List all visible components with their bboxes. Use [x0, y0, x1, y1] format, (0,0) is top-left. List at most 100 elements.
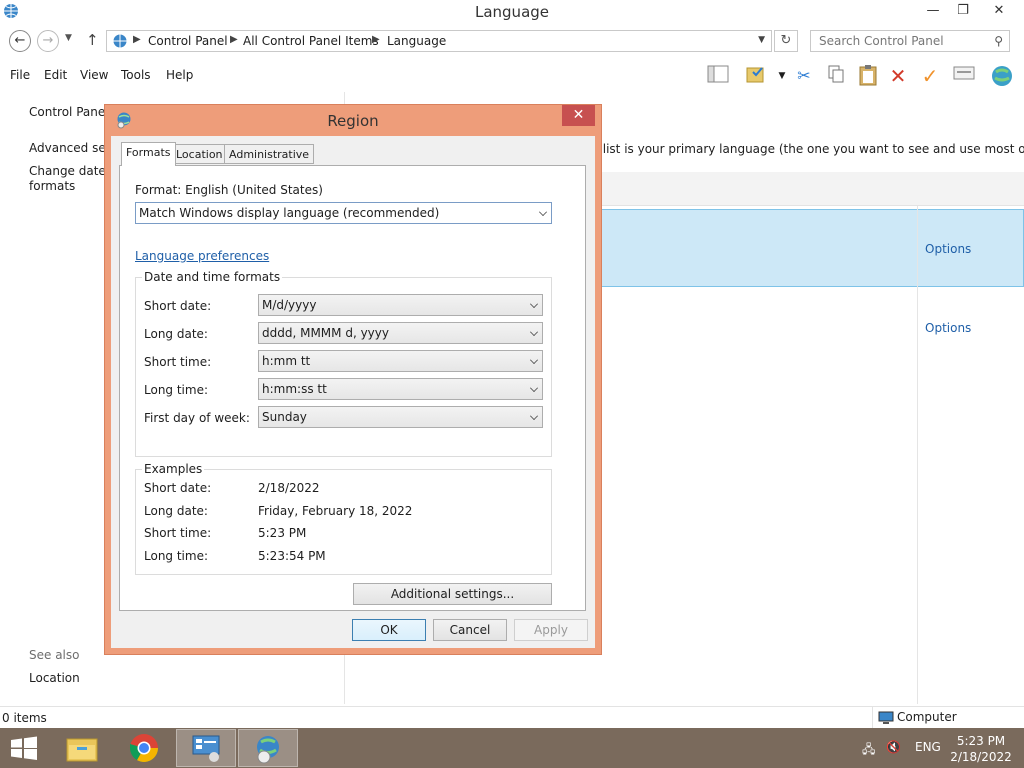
- item-count: 0 items: [2, 711, 47, 725]
- windows-start-icon[interactable]: [8, 736, 40, 760]
- menu-file[interactable]: File: [10, 68, 30, 82]
- region-dialog-title: Region: [327, 112, 379, 130]
- back-button[interactable]: ←: [9, 30, 31, 52]
- control-panel-home-link[interactable]: Control Panel: [29, 105, 109, 119]
- clock-time: 5:23 PM: [956, 734, 1006, 748]
- cancel-button[interactable]: Cancel: [433, 619, 507, 641]
- breadcrumb-language[interactable]: Language: [387, 34, 446, 48]
- format-select[interactable]: Match Windows display language (recommen…: [135, 202, 552, 224]
- folder-options-chevron-icon[interactable]: ▼: [770, 64, 794, 88]
- menu-help[interactable]: Help: [166, 68, 193, 82]
- copy-icon[interactable]: [824, 64, 848, 88]
- short-date-select[interactable]: M/d/yyyy: [258, 294, 543, 316]
- file-explorer-taskbar-button[interactable]: [52, 729, 112, 767]
- control-panel-taskbar-button[interactable]: [176, 729, 236, 767]
- globe-options-icon[interactable]: [990, 64, 1014, 88]
- long-time-label: Long time:: [144, 383, 209, 397]
- region-globe-icon: [257, 736, 279, 764]
- layout-pane-icon[interactable]: [706, 64, 730, 88]
- address-bar[interactable]: ▶ Control Panel ▶ All Control Panel Item…: [106, 30, 772, 52]
- tab-administrative[interactable]: Administrative: [224, 144, 315, 164]
- long-date-select[interactable]: dddd, MMMM d, yyyy: [258, 322, 543, 344]
- chevron-down-icon: [539, 208, 547, 216]
- date-time-formats-group: Date and time formats Short date: M/d/yy…: [135, 270, 552, 457]
- folder-options-icon[interactable]: [744, 64, 768, 88]
- language-description: r list is your primary language (the one…: [594, 142, 1024, 156]
- tab-location[interactable]: Location: [171, 144, 228, 164]
- properties-icon[interactable]: [952, 64, 976, 88]
- change-date-link-line2[interactable]: formats: [29, 179, 75, 193]
- example-long-time-value: 5:23:54 PM: [258, 549, 326, 563]
- minimize-button[interactable]: —: [918, 0, 948, 22]
- menu-view[interactable]: View: [80, 68, 108, 82]
- breadcrumb-separator-icon: ▶: [133, 34, 141, 45]
- search-icon: ⚲: [994, 34, 1003, 48]
- chevron-down-icon: [530, 300, 538, 308]
- location-link[interactable]: Location: [29, 671, 80, 685]
- paste-icon[interactable]: [856, 64, 880, 88]
- long-date-label: Long date:: [144, 327, 208, 341]
- apply-button[interactable]: Apply: [514, 619, 588, 641]
- forward-button[interactable]: →: [37, 30, 59, 52]
- control-panel-globe-icon: [113, 34, 127, 48]
- region-close-button[interactable]: ✕: [562, 105, 595, 126]
- search-input[interactable]: Search Control Panel ⚲: [810, 30, 1010, 52]
- menu-tools[interactable]: Tools: [121, 68, 151, 82]
- network-icon[interactable]: 🖧: [862, 740, 875, 761]
- short-time-select[interactable]: h:mm tt: [258, 350, 543, 372]
- clock-date: 2/18/2022: [950, 750, 1012, 764]
- address-dropdown-chevron-icon[interactable]: ▼: [758, 35, 765, 45]
- recent-locations-chevron-icon[interactable]: ▼: [65, 33, 72, 43]
- delete-icon[interactable]: ✕: [886, 64, 910, 88]
- options-column-divider: [917, 206, 918, 704]
- example-short-date-label: Short date:: [144, 481, 212, 495]
- taskbar: 🖧 🔇 ENG 5:23 PM 2/18/2022: [0, 728, 1024, 768]
- example-long-time-label: Long time:: [144, 549, 209, 563]
- long-time-select[interactable]: h:mm:ss tt: [258, 378, 543, 400]
- advanced-settings-link[interactable]: Advanced sett: [29, 141, 115, 155]
- additional-settings-button[interactable]: Additional settings...: [353, 583, 552, 605]
- chevron-down-icon: [530, 328, 538, 336]
- date-time-formats-title: Date and time formats: [142, 270, 283, 284]
- checkmark-icon[interactable]: ✓: [918, 64, 942, 88]
- short-time-value: h:mm tt: [262, 354, 311, 368]
- menu-edit[interactable]: Edit: [44, 68, 67, 82]
- address-row: ← → ▼ ↑ ▶ Control Panel ▶ All Control Pa…: [0, 28, 1024, 56]
- first-day-of-week-value: Sunday: [262, 410, 307, 424]
- short-time-label: Short time:: [144, 355, 212, 369]
- close-window-button[interactable]: ✕: [984, 0, 1014, 22]
- cut-icon[interactable]: ✂: [792, 64, 816, 88]
- breadcrumb-separator-icon: ▶: [230, 34, 238, 45]
- chrome-icon: [130, 734, 158, 762]
- format-select-value: Match Windows display language (recommen…: [139, 206, 440, 220]
- ok-button[interactable]: OK: [352, 619, 426, 641]
- language-options-link-2[interactable]: Options: [925, 321, 971, 335]
- region-taskbar-button[interactable]: [238, 729, 298, 767]
- breadcrumb-control-panel[interactable]: Control Panel: [148, 34, 228, 48]
- formats-tab-panel: Format: English (United States) Match Wi…: [119, 165, 586, 611]
- chevron-down-icon: [530, 412, 538, 420]
- example-long-date-label: Long date:: [144, 504, 208, 518]
- example-short-date-value: 2/18/2022: [258, 481, 320, 495]
- volume-muted-icon[interactable]: 🔇: [886, 740, 901, 754]
- example-short-time-value: 5:23 PM: [258, 526, 307, 540]
- first-day-of-week-select[interactable]: Sunday: [258, 406, 543, 428]
- breadcrumb-all-items[interactable]: All Control Panel Items: [243, 34, 379, 48]
- language-preferences-link[interactable]: Language preferences: [135, 249, 269, 263]
- status-separator: [872, 707, 873, 729]
- language-options-link-1[interactable]: Options: [925, 242, 971, 256]
- input-language-indicator[interactable]: ENG: [915, 740, 941, 754]
- examples-group: Examples Short date: 2/18/2022 Long date…: [135, 462, 552, 575]
- example-short-time-label: Short time:: [144, 526, 212, 540]
- up-arrow-icon[interactable]: ↑: [86, 31, 99, 49]
- search-placeholder: Search Control Panel: [819, 34, 944, 48]
- format-label: Format: English (United States): [135, 183, 323, 197]
- chrome-taskbar-button[interactable]: [114, 729, 174, 767]
- refresh-button[interactable]: ↻: [774, 30, 798, 52]
- control-panel-icon: [192, 735, 220, 762]
- breadcrumb-separator-icon: ▶: [372, 34, 380, 45]
- menu-bar: File Edit View Tools Help ▼ ✂ ✕ ✓: [0, 62, 1024, 88]
- tab-formats[interactable]: Formats: [121, 142, 176, 166]
- maximize-button[interactable]: ❐: [948, 0, 978, 22]
- taskbar-clock[interactable]: 5:23 PM 2/18/2022: [950, 733, 1012, 765]
